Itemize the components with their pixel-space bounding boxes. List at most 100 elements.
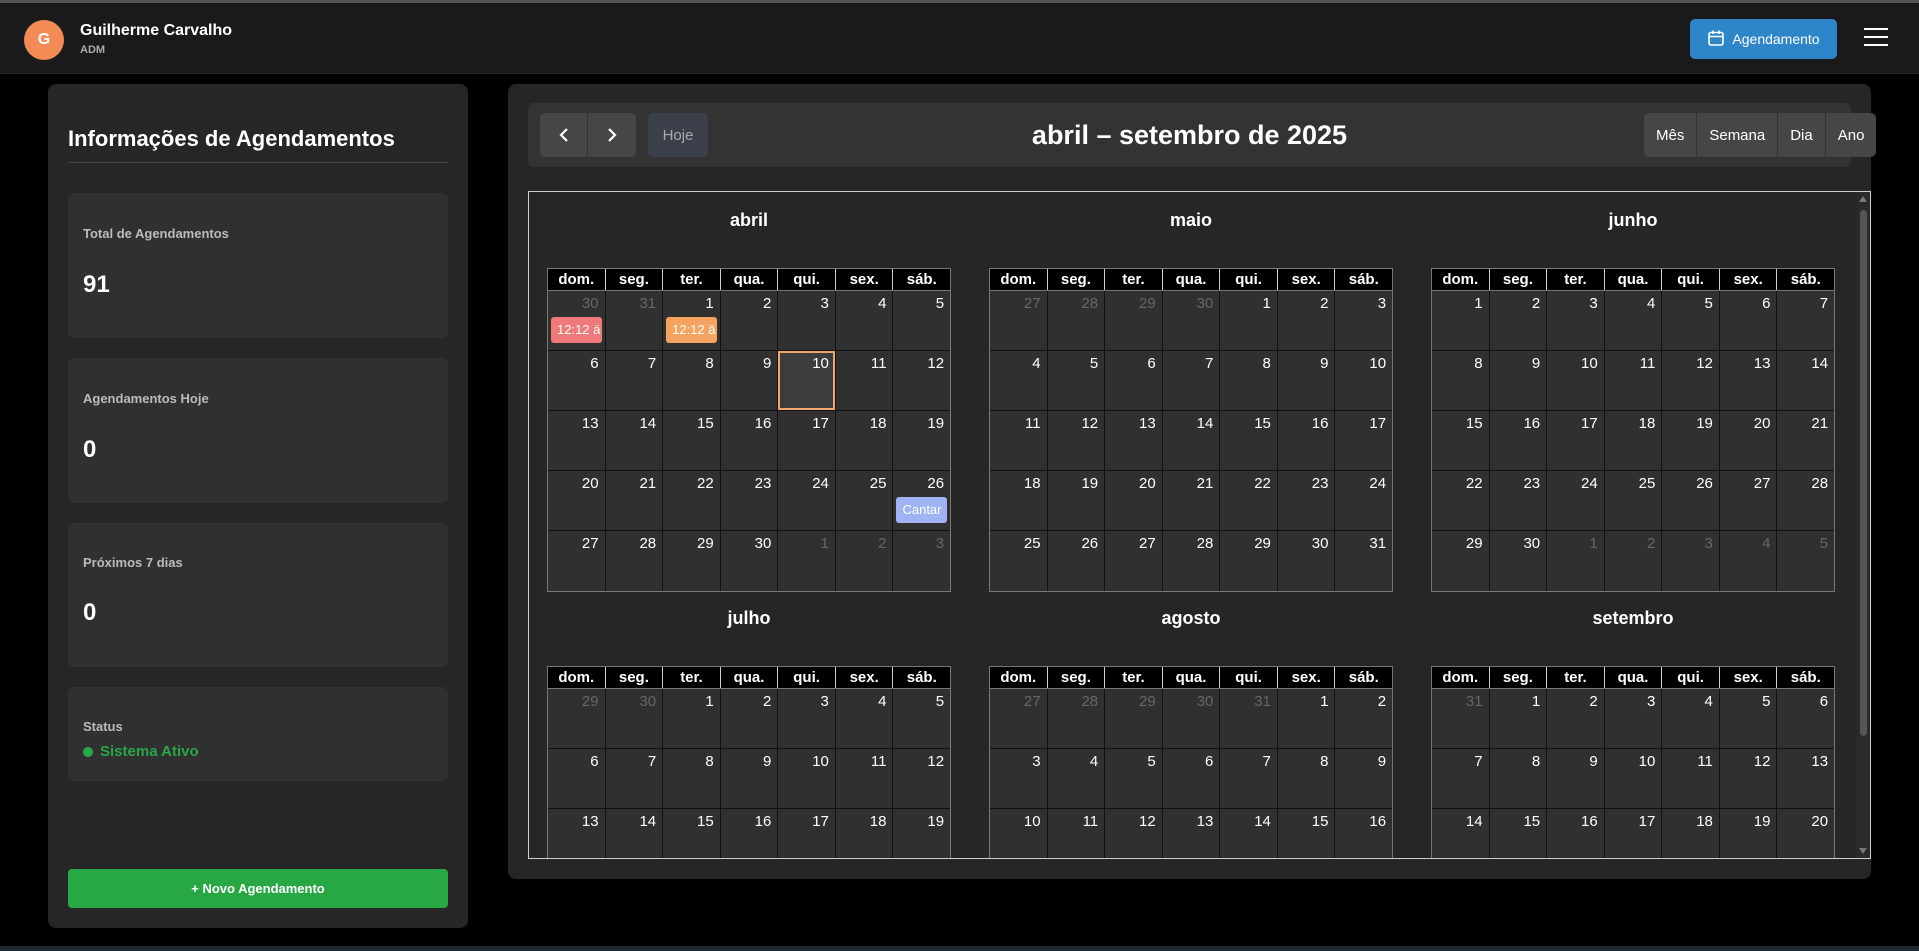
day-cell[interactable]: 14	[1432, 809, 1490, 858]
day-cell[interactable]: 9	[1335, 749, 1393, 808]
day-number[interactable]: 25	[1639, 475, 1656, 492]
day-number[interactable]: 2	[763, 295, 771, 312]
day-number[interactable]: 24	[1581, 475, 1598, 492]
day-cell[interactable]: 18	[990, 471, 1048, 530]
scroll-down-icon[interactable]	[1859, 848, 1867, 854]
day-number[interactable]: 17	[812, 813, 829, 830]
day-cell[interactable]: 3	[1547, 291, 1605, 350]
day-cell[interactable]: 27	[990, 291, 1048, 350]
day-cell[interactable]: 16	[720, 809, 779, 858]
day-number[interactable]: 14	[639, 813, 656, 830]
day-cell[interactable]: 30	[1162, 689, 1221, 748]
day-number[interactable]: 20	[1811, 813, 1828, 830]
day-cell[interactable]: 11	[990, 411, 1048, 470]
day-cell[interactable]: 1	[1277, 689, 1336, 748]
day-cell[interactable]: 27	[1719, 471, 1778, 530]
day-number[interactable]: 19	[1696, 415, 1713, 432]
day-number[interactable]: 5	[1762, 693, 1770, 710]
day-number[interactable]: 8	[1532, 753, 1540, 770]
day-cell[interactable]: 13	[1105, 411, 1163, 470]
day-cell[interactable]: 31	[1335, 531, 1393, 591]
day-number[interactable]: 30	[1197, 295, 1214, 312]
day-number[interactable]: 24	[812, 475, 829, 492]
menu-icon[interactable]	[1864, 28, 1888, 46]
day-number[interactable]: 2	[878, 535, 886, 552]
day-cell[interactable]: 5	[1777, 531, 1835, 591]
scroll-up-icon[interactable]	[1859, 196, 1867, 202]
day-cell[interactable]: 29	[1220, 531, 1278, 591]
day-number[interactable]: 30	[582, 295, 599, 312]
day-cell[interactable]: 5	[1047, 351, 1106, 410]
next-button[interactable]	[588, 113, 636, 157]
day-number[interactable]: 15	[697, 813, 714, 830]
day-number[interactable]: 19	[1754, 813, 1771, 830]
day-cell[interactable]: 8	[663, 749, 721, 808]
day-number[interactable]: 22	[1466, 475, 1483, 492]
day-cell[interactable]: 1 12:12 ä	[663, 291, 721, 350]
day-number[interactable]: 8	[705, 753, 713, 770]
day-number[interactable]: 5	[936, 295, 944, 312]
prev-button[interactable]	[540, 113, 588, 157]
new-appointment-button[interactable]: + Novo Agendamento	[68, 869, 448, 908]
day-number[interactable]: 9	[1589, 753, 1597, 770]
day-number[interactable]: 1	[1589, 535, 1597, 552]
day-number[interactable]: 14	[1254, 813, 1271, 830]
day-number[interactable]: 10	[1639, 753, 1656, 770]
day-cell[interactable]: 5	[1662, 291, 1720, 350]
day-cell[interactable]: 6	[1719, 291, 1778, 350]
day-number[interactable]: 28	[639, 535, 656, 552]
day-number[interactable]: 21	[1197, 475, 1214, 492]
day-cell[interactable]: 22	[1220, 471, 1278, 530]
day-cell[interactable]: 30	[605, 689, 664, 748]
day-number[interactable]: 23	[755, 475, 772, 492]
day-number[interactable]: 29	[582, 693, 599, 710]
day-cell[interactable]: 15	[663, 411, 721, 470]
day-cell[interactable]: 9	[1277, 351, 1336, 410]
day-number[interactable]: 3	[821, 693, 829, 710]
day-cell[interactable]: 31	[1220, 689, 1278, 748]
day-cell[interactable]: 2	[1335, 689, 1393, 748]
day-number[interactable]: 3	[1032, 753, 1040, 770]
day-number[interactable]: 27	[582, 535, 599, 552]
day-cell[interactable]: 23	[1489, 471, 1548, 530]
day-number[interactable]: 30	[1312, 535, 1329, 552]
day-number[interactable]: 31	[639, 295, 656, 312]
day-cell[interactable]: 19	[893, 809, 951, 858]
day-cell[interactable]: 21	[605, 471, 664, 530]
day-cell[interactable]: 5	[893, 291, 951, 350]
day-number[interactable]: 19	[927, 813, 944, 830]
day-cell[interactable]: 29	[548, 689, 606, 748]
day-number[interactable]: 5	[1090, 355, 1098, 372]
day-cell[interactable]: 28	[1047, 291, 1106, 350]
day-cell[interactable]: 3	[1662, 531, 1720, 591]
day-cell[interactable]: 9	[1489, 351, 1548, 410]
day-number[interactable]: 6	[590, 355, 598, 372]
day-number[interactable]: 14	[639, 415, 656, 432]
day-cell[interactable]: 26	[1662, 471, 1720, 530]
day-cell[interactable]: 9	[720, 351, 779, 410]
day-cell[interactable]: 12	[1105, 809, 1163, 858]
day-number[interactable]: 17	[1639, 813, 1656, 830]
day-cell[interactable]: 7	[1777, 291, 1835, 350]
day-cell[interactable]: 22	[663, 471, 721, 530]
day-number[interactable]: 11	[1083, 813, 1099, 830]
day-cell[interactable]: 8	[1220, 351, 1278, 410]
event-chip[interactable]: 12:12 ä	[666, 317, 717, 343]
day-cell[interactable]: 1	[1547, 531, 1605, 591]
day-cell[interactable]: 10	[778, 749, 836, 808]
day-number[interactable]: 2	[1532, 295, 1540, 312]
day-number[interactable]: 20	[1139, 475, 1156, 492]
day-number[interactable]: 7	[1820, 295, 1828, 312]
day-number[interactable]: 14	[1811, 355, 1828, 372]
day-cell[interactable]: 30	[1489, 531, 1548, 591]
day-number[interactable]: 5	[1705, 295, 1713, 312]
day-number[interactable]: 6	[1147, 355, 1155, 372]
day-cell[interactable]: 19	[1662, 411, 1720, 470]
day-cell[interactable]: 25	[990, 531, 1048, 591]
day-number[interactable]: 29	[1254, 535, 1271, 552]
day-cell[interactable]: 16	[1335, 809, 1393, 858]
day-number[interactable]: 13	[582, 415, 599, 432]
day-cell[interactable]: 3	[778, 689, 836, 748]
day-cell[interactable]: 15	[663, 809, 721, 858]
day-cell[interactable]: 19	[893, 411, 951, 470]
